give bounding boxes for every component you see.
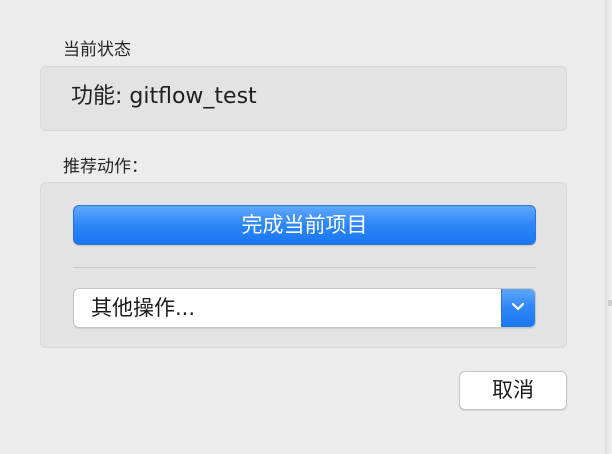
- feature-status-text: 功能: gitflow_test: [71, 84, 257, 109]
- recommended-actions-box: 完成当前项目 其他操作...: [40, 182, 567, 348]
- dialog-window: 当前状态 功能: gitflow_test 推荐动作： 完成当前项目 其他操作.…: [0, 0, 612, 454]
- current-status-box: 功能: gitflow_test: [40, 66, 567, 131]
- popup-arrow-button[interactable]: [501, 289, 535, 327]
- current-status-heading: 当前状态: [63, 40, 131, 60]
- other-actions-selected-value: 其他操作...: [91, 296, 196, 320]
- scrollbar-track[interactable]: [605, 0, 612, 454]
- recommended-actions-heading: 推荐动作：: [63, 157, 148, 177]
- cancel-button[interactable]: 取消: [459, 371, 567, 410]
- finish-current-project-button[interactable]: 完成当前项目: [73, 205, 536, 245]
- chevron-down-icon: [511, 302, 525, 311]
- scrollbar-thumb[interactable]: [608, 300, 612, 306]
- divider: [73, 267, 536, 268]
- other-actions-popup[interactable]: 其他操作...: [73, 288, 536, 328]
